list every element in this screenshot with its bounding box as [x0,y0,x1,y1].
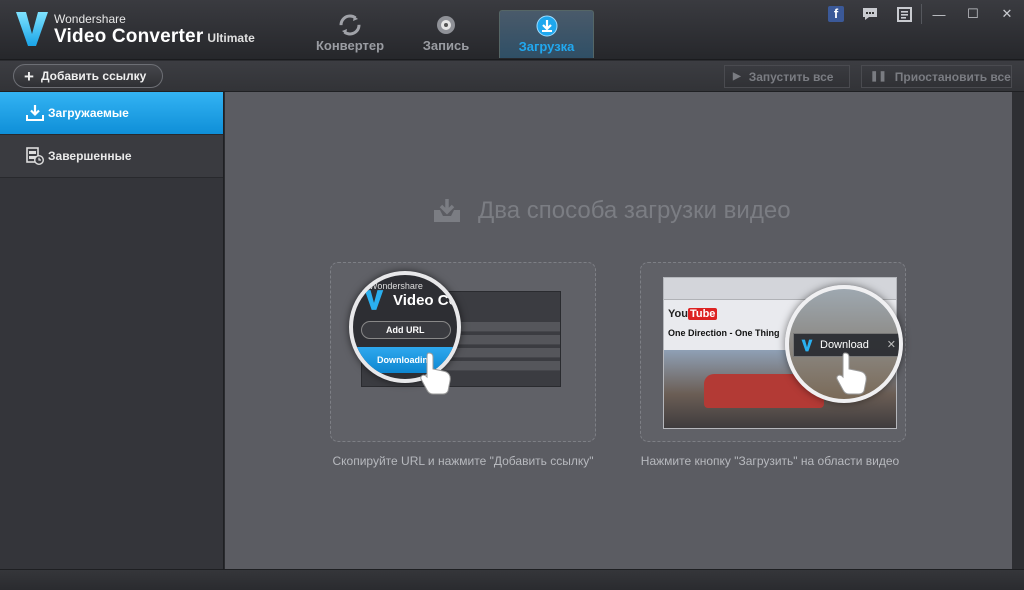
illustration-video-title: One Direction - One Thing [668,328,780,338]
maximize-icon: ☐ [967,6,979,21]
close-button[interactable]: ✕ [990,0,1024,28]
brand-product-name: Video Converter [54,26,204,47]
add-url-illustration: Wondershare Video Co Add URL Downloading [330,262,596,442]
main-panel: Два способа загрузки видео Wondershare V… [225,92,1012,569]
illustration-row [442,361,560,371]
app-logo: Wondershare Video Converter Ultimate [14,8,274,52]
plus-icon: + [24,66,34,86]
pointing-hand-icon [420,352,451,395]
toolbar: + Добавить ссылку ▶ Запустить все ❚❚ При… [0,61,1024,92]
record-icon [437,16,455,34]
start-all-label: Запустить все [748,69,834,84]
pause-all-button[interactable]: ❚❚ Приостановить все [861,65,1012,88]
add-link-label: Добавить ссылку [40,69,147,83]
close-icon: ✕ [886,339,896,351]
register-button[interactable] [887,0,921,28]
tab-download-label: Загрузка [518,39,575,54]
illustration-brand-small: Wondershare [369,281,423,291]
tab-record[interactable]: Запись [398,10,494,58]
illustration-youtube-tube: Tube [687,308,718,320]
film-clock-icon [26,147,44,165]
tab-download[interactable]: Загрузка [499,10,594,58]
status-bar [0,569,1024,590]
v-logo-icon [364,290,384,310]
illustration-row [442,348,560,358]
window-controls: f — ☐ ✕ [819,0,1024,28]
convert-icon [339,14,361,36]
register-icon [896,6,912,22]
chat-bubble-icon [863,8,877,20]
sidebar-item-finished[interactable]: Завершенные [0,135,223,178]
tab-record-label: Запись [422,38,470,53]
v-logo-icon [16,12,48,46]
illustration-add-url-button: Add URL [361,321,451,339]
title-bar: Wondershare Video Converter Ultimate Конв… [0,0,1024,60]
download-button-illustration: You Tube One Direction - One Thing Downlo… [640,262,906,442]
sidebar-item-label: Завершенные [48,149,132,163]
brand-edition: Ultimate [207,31,255,45]
pause-all-label: Приостановить все [894,69,1011,84]
sidebar-item-downloading[interactable]: Загружаемые [0,92,223,135]
tab-converter-label: Конвертер [315,38,385,53]
illustration-youtube-logo: You Tube [668,308,718,320]
tab-converter[interactable]: Конвертер [302,10,398,58]
brand-product: Video Converter Ultimate [54,26,255,48]
sidebar: Загружаемые Завершенные [0,92,224,569]
maximize-button[interactable]: ☐ [956,0,990,28]
brand-company: Wondershare [54,12,126,26]
page-title: Два способа загрузки видео [432,196,791,226]
illustration-brand-big: Video Co [393,292,458,309]
feedback-button[interactable] [853,0,887,28]
way2-caption: Нажмите кнопку "Загрузить" на области ви… [640,454,900,468]
page-title-text: Два способа загрузки видео [478,197,791,224]
right-edge-strip [1012,92,1024,569]
illustration-add-url-label: Add URL [386,325,425,335]
pointing-hand-icon [836,352,867,395]
start-all-button[interactable]: ▶ Запустить все [724,65,850,88]
add-link-button[interactable]: + Добавить ссылку [13,64,163,88]
way1-caption: Скопируйте URL и нажмите "Добавить ссылк… [332,454,594,468]
pause-icon: ❚❚ [870,71,887,82]
illustration-download-label: Download [820,339,869,351]
facebook-icon: f [828,6,844,22]
minimize-button[interactable]: — [922,0,956,28]
sidebar-item-label: Загружаемые [48,106,129,120]
v-logo-icon [801,339,813,352]
illustration-youtube-you: You [668,308,688,320]
close-icon: ✕ [1001,6,1013,21]
play-icon: ▶ [733,71,741,82]
facebook-button[interactable]: f [819,0,853,28]
download-tray-icon [26,105,44,121]
download-tray-icon [434,199,460,222]
minimize-icon: — [932,6,946,22]
download-icon [536,15,557,37]
